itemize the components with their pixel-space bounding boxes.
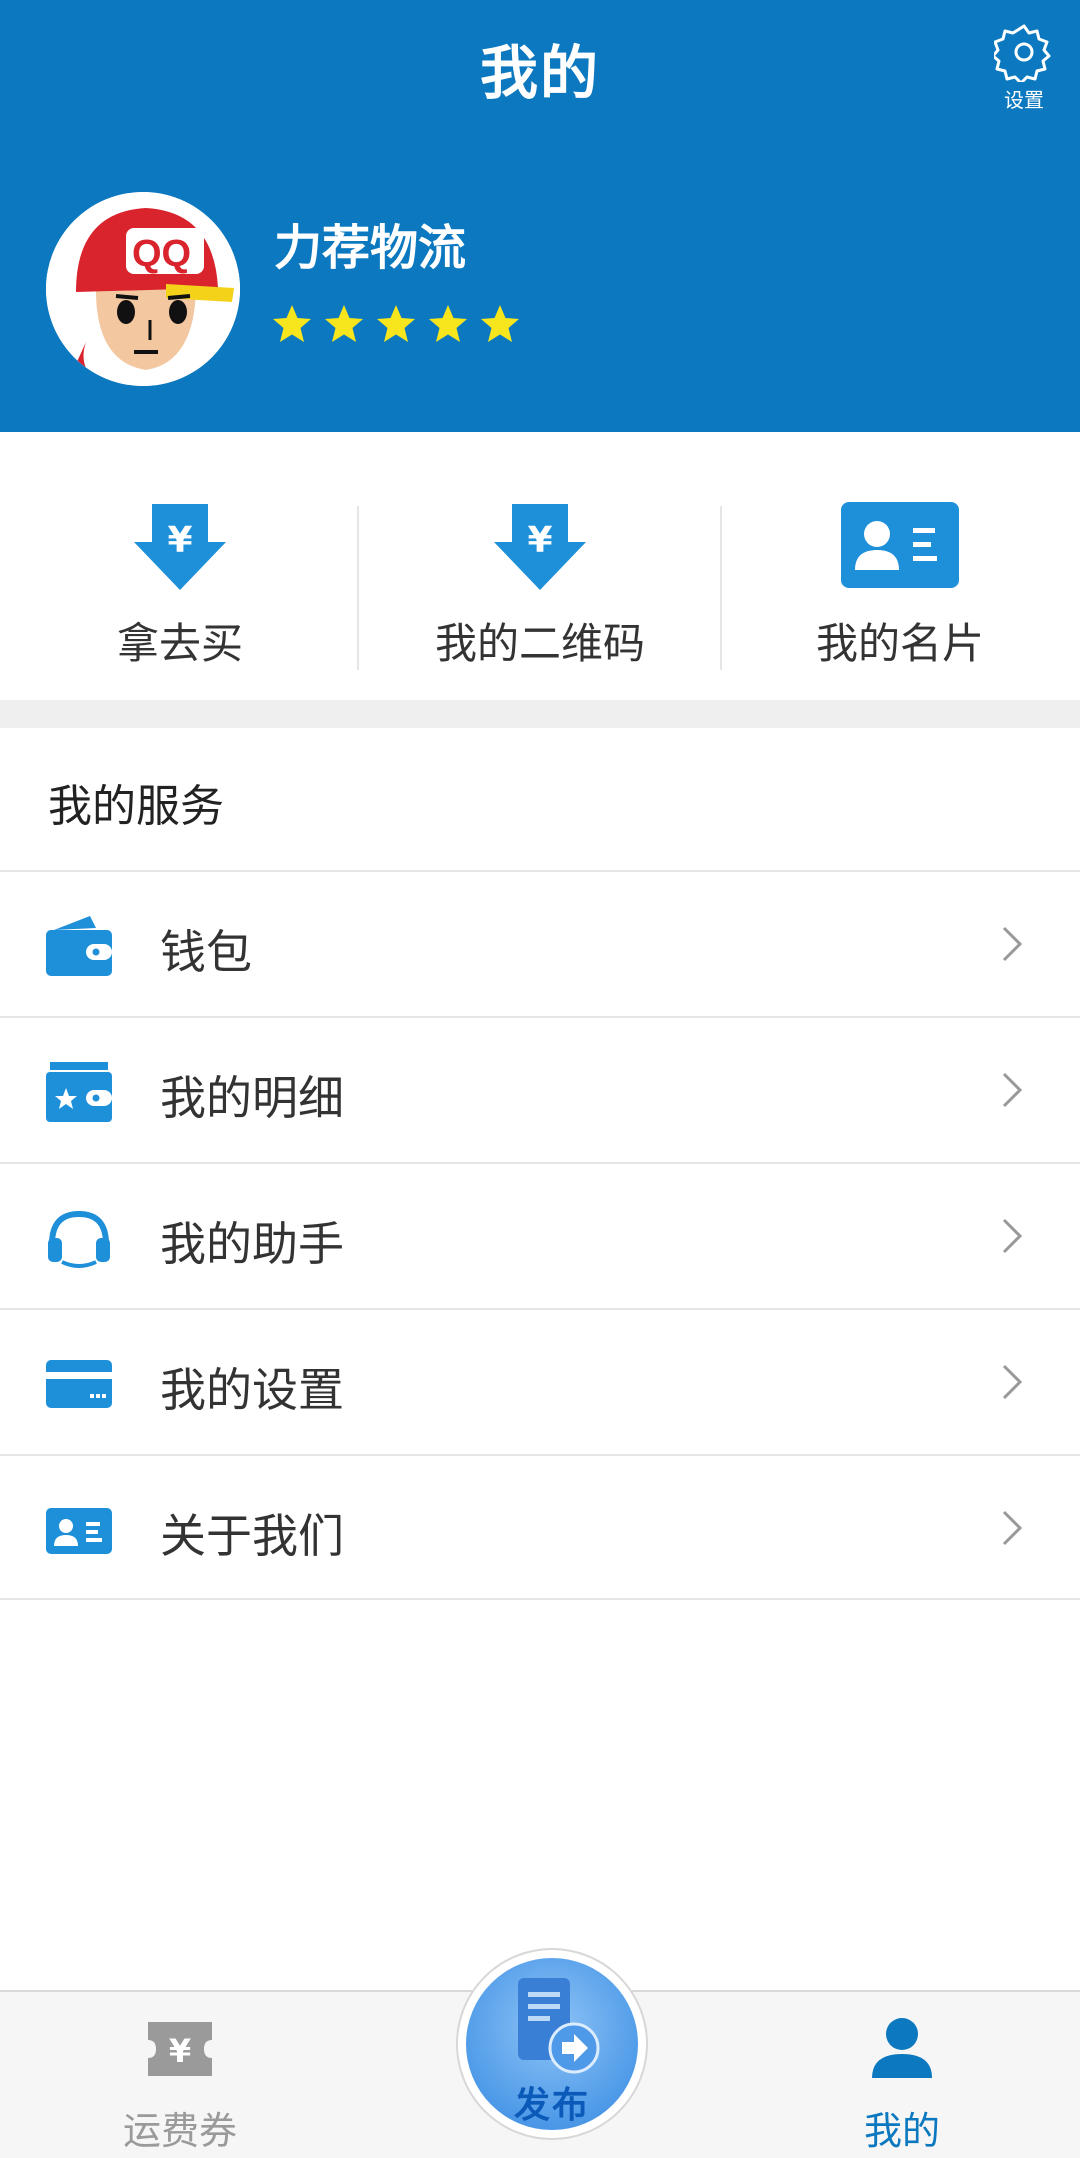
list-item-about[interactable]: 关于我们 <box>0 1454 1080 1600</box>
svg-text:QQ: QQ <box>132 233 191 275</box>
quick-action-buy[interactable]: ¥ 拿去买 <box>0 432 360 700</box>
list-item-label: 钱包 <box>160 925 252 979</box>
document-send-icon <box>518 1978 600 2074</box>
gear-icon <box>994 24 1051 82</box>
wallet-icon <box>46 916 112 976</box>
quick-action-card[interactable]: 我的名片 <box>720 432 1080 700</box>
profile-page: 我的 设置 QQ 力荐物流 ¥ 拿去买 ¥ 我的二维码 我的名片 我的服务 钱包… <box>0 0 1080 2158</box>
publish-button-face: 发布 <box>466 1958 638 2130</box>
detail-card-icon <box>46 1062 112 1122</box>
quick-action-label: 拿去买 <box>116 619 243 668</box>
list-item-label: 关于我们 <box>160 1509 344 1563</box>
tab-label: 我的 <box>863 2109 940 2153</box>
star-icon <box>481 305 519 342</box>
page-title: 我的 <box>479 39 600 107</box>
divider <box>720 506 722 670</box>
star-icon <box>377 305 415 342</box>
list-item-label: 我的设置 <box>160 1363 344 1417</box>
services-list: 钱包 我的明细 我的助手 我的设置 关于我们 <box>0 870 1080 1600</box>
quick-action-label: 我的名片 <box>815 619 984 668</box>
headset-icon <box>48 1210 110 1268</box>
quick-action-label: 我的二维码 <box>434 619 645 668</box>
contact-card-icon <box>46 1508 112 1554</box>
settings-button[interactable]: 设置 <box>988 22 1060 114</box>
ticket-yen-icon: ¥ <box>148 2022 212 2076</box>
publish-label: 发布 <box>513 2085 590 2126</box>
avatar[interactable]: QQ <box>46 192 240 386</box>
chevron-right-icon <box>1002 1510 1023 1546</box>
yen-download-icon: ¥ <box>134 504 226 590</box>
star-icon <box>429 305 467 342</box>
list-item-wallet[interactable]: 钱包 <box>0 870 1080 1016</box>
yen-download-icon: ¥ <box>494 504 586 590</box>
list-item-settings[interactable]: 我的设置 <box>0 1308 1080 1454</box>
services-title: 我的服务 <box>48 781 224 832</box>
svg-text:¥: ¥ <box>167 520 192 561</box>
list-item-assistant[interactable]: 我的助手 <box>0 1162 1080 1308</box>
svg-text:¥: ¥ <box>169 2032 191 2070</box>
publish-button[interactable]: 发布 <box>456 1948 648 2140</box>
star-icon <box>273 305 311 342</box>
svg-text:¥: ¥ <box>527 520 552 561</box>
quick-actions: ¥ 拿去买 ¥ 我的二维码 我的名片 <box>0 432 1080 700</box>
tab-label: 运费券 <box>122 2109 237 2153</box>
rating-stars <box>270 302 522 346</box>
profile-header: 我的 设置 QQ 力荐物流 <box>0 0 1080 432</box>
chevron-right-icon <box>1002 926 1023 962</box>
section-separator <box>0 700 1080 728</box>
user-icon <box>872 2018 932 2078</box>
chevron-right-icon <box>1002 1072 1023 1108</box>
list-item-label: 我的明细 <box>160 1071 344 1125</box>
qq-cartoon-avatar-icon: QQ <box>46 192 240 386</box>
contact-card-icon <box>841 502 959 588</box>
username: 力荐物流 <box>274 220 467 276</box>
tab-coupon[interactable]: ¥ 运费券 <box>50 1992 310 2158</box>
credit-card-icon <box>46 1360 112 1408</box>
chevron-right-icon <box>1002 1364 1023 1400</box>
list-item-details[interactable]: 我的明细 <box>0 1016 1080 1162</box>
settings-label: 设置 <box>1004 88 1044 112</box>
divider <box>357 506 359 670</box>
star-icon <box>325 305 363 342</box>
list-item-label: 我的助手 <box>160 1217 344 1271</box>
quick-action-qrcode[interactable]: ¥ 我的二维码 <box>360 432 720 700</box>
tab-mine[interactable]: 我的 <box>772 1992 1032 2158</box>
chevron-right-icon <box>1002 1218 1023 1254</box>
